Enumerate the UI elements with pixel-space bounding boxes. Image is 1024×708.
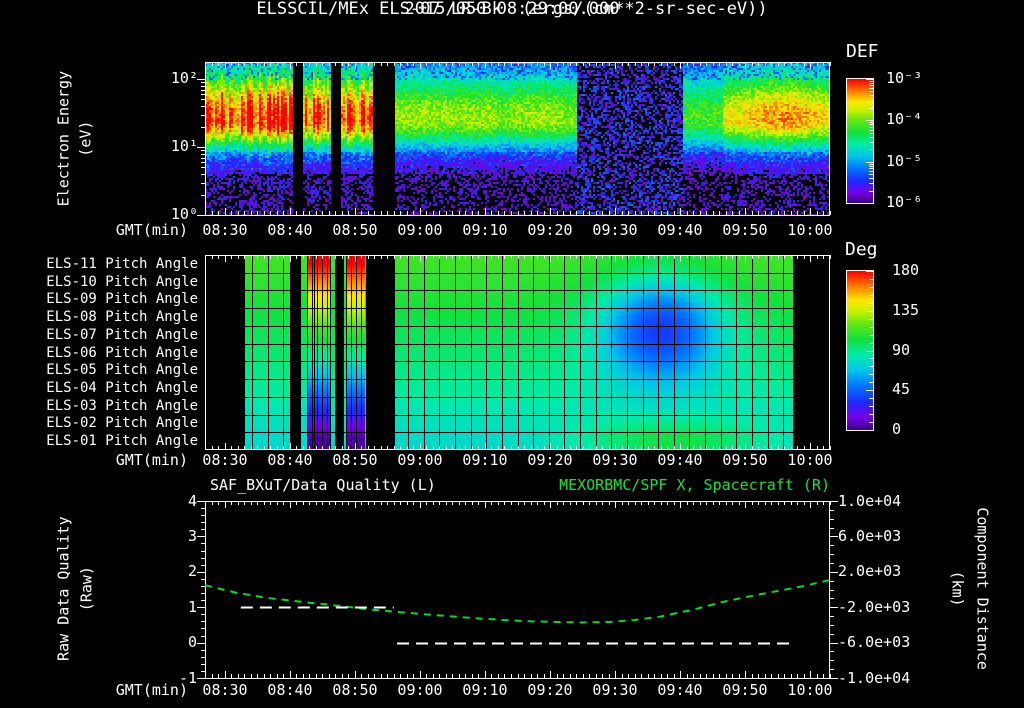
def-colorbar-tick-label: 10⁻⁵ <box>886 151 923 170</box>
time-tick-label: 09:50 <box>722 221 768 239</box>
pitch-row-label: ELS-11 Pitch Angle <box>46 256 198 272</box>
quality-tick-label: 1 <box>187 598 197 616</box>
time-tick-label: 08:30 <box>202 681 248 699</box>
pitch-row-label: ELS-06 Pitch Angle <box>46 345 198 361</box>
def-colorbar-canvas <box>846 78 880 205</box>
pitch-row-label: ELS-08 Pitch Angle <box>46 309 198 325</box>
time-tick-label: 08:40 <box>267 451 313 469</box>
def-colorbar-tick-label: 10⁻⁶ <box>886 192 923 211</box>
time-tick-label: 09:40 <box>657 681 703 699</box>
pitch-angle-canvas <box>188 252 840 454</box>
time-tick-label: 08:50 <box>332 681 378 699</box>
pitch-row-label: ELS-04 Pitch Angle <box>46 380 198 396</box>
bottom-title-left: SAF_BXuT/Data Quality (L) <box>210 476 436 494</box>
time-tick-label: 09:20 <box>527 451 573 469</box>
quality-tick-label: 3 <box>187 527 197 545</box>
spectrogram-ylabel: Electron Energy <box>54 70 73 207</box>
deg-colorbar-tick-label: 0 <box>892 420 902 439</box>
quality-tick-label: 4 <box>187 492 197 510</box>
distance-tick-label: 6.0e+03 <box>838 527 902 545</box>
deg-colorbar-tick-label: 180 <box>892 261 920 279</box>
distance-tick-label: -6.0e+03 <box>838 633 911 651</box>
pitch-row-label: ELS-03 Pitch Angle <box>46 398 198 414</box>
deg-colorbar-tick-label: 135 <box>892 300 920 319</box>
quality-tick-label: 2 <box>187 562 197 580</box>
pitch-row-label: ELS-05 Pitch Angle <box>46 362 198 378</box>
quality-ylabel: Raw Data Quality <box>54 516 73 661</box>
spectrogram-ylabel-units: (eV) <box>76 120 95 157</box>
time-tick-label: 09:50 <box>722 681 768 699</box>
time-tick-label: 08:50 <box>332 221 378 239</box>
time-tick-label: 09:20 <box>527 221 573 239</box>
time-tick-label: 08:40 <box>267 681 313 699</box>
science-plot-screen: 2015/050 08:29:00.000 ELSSCIL/MEx ELS-07… <box>0 0 1024 708</box>
time-tick-label: 09:30 <box>592 681 638 699</box>
energy-tick-label: 10¹ <box>170 137 198 155</box>
pitch-row-label: ELS-09 Pitch Angle <box>46 291 198 307</box>
time-tick-label: 09:30 <box>592 451 638 469</box>
time-tick-label: 09:00 <box>397 221 443 239</box>
time-tick-label: 09:00 <box>397 451 443 469</box>
distance-tick-label: 2.0e+03 <box>838 562 902 580</box>
gmt-axis-label-middle: GMT(min) <box>115 451 188 469</box>
def-colorbar-title: DEF <box>846 41 879 62</box>
quality-distance-canvas <box>188 498 840 682</box>
time-tick-label: 08:50 <box>332 451 378 469</box>
time-tick-label: 09:40 <box>657 221 703 239</box>
pitch-row-label: ELS-01 Pitch Angle <box>46 433 198 449</box>
time-tick-label: 10:00 <box>787 451 833 469</box>
time-tick-label: 08:30 <box>202 451 248 469</box>
distance-ylabel: Component Distance <box>973 507 992 670</box>
time-tick-label: 08:40 <box>267 221 313 239</box>
distance-tick-label: 1.0e+04 <box>838 492 902 510</box>
plot-title: ELSSCIL/MEx ELS-07 LR-Bk (ergs/(cm**2-sr-… <box>0 0 1024 20</box>
gmt-axis-label-top: GMT(min) <box>115 221 188 239</box>
def-colorbar-tick-label: 10⁻³ <box>886 69 923 87</box>
deg-colorbar-tick-label: 90 <box>892 340 911 359</box>
time-tick-label: 10:00 <box>787 221 833 239</box>
def-colorbar-tick-label: 10⁻⁴ <box>886 110 923 129</box>
time-tick-label: 09:40 <box>657 451 703 469</box>
distance-tick-label: -2.0e+03 <box>838 598 911 616</box>
time-tick-label: 09:10 <box>462 681 508 699</box>
plot-title-units: (ergs/(cm**2-sr-sec-eV)) <box>522 0 768 19</box>
distance-tick-label: -1.0e+04 <box>838 669 911 687</box>
quality-tick-label: 0 <box>187 633 197 651</box>
time-tick-label: 09:30 <box>592 221 638 239</box>
plot-title-source: ELSSCIL/MEx ELS-07 LR-Bk <box>256 0 502 19</box>
energy-tick-label: 10⁰ <box>170 205 198 223</box>
pitch-row-label: ELS-07 Pitch Angle <box>46 327 198 343</box>
bottom-title-right: MEXORBMC/SPF X, Spacecraft (R) <box>559 476 830 494</box>
time-tick-label: 08:30 <box>202 221 248 239</box>
quality-ylabel-units: (Raw) <box>77 566 96 612</box>
deg-colorbar-tick-label: 45 <box>892 380 911 399</box>
time-tick-label: 10:00 <box>787 681 833 699</box>
time-tick-label: 09:50 <box>722 451 768 469</box>
electron-spectrogram-canvas <box>188 60 840 218</box>
deg-colorbar-canvas <box>846 270 880 432</box>
time-tick-label: 09:00 <box>397 681 443 699</box>
time-tick-label: 09:10 <box>462 221 508 239</box>
distance-ylabel-units: (km) <box>948 570 967 607</box>
deg-colorbar-title: Deg <box>845 239 878 260</box>
quality-tick-label: -1 <box>178 669 197 687</box>
pitch-row-label: ELS-10 Pitch Angle <box>46 274 198 290</box>
time-tick-label: 09:20 <box>527 681 573 699</box>
energy-tick-label: 10² <box>170 69 198 87</box>
time-tick-label: 09:10 <box>462 451 508 469</box>
pitch-row-label: ELS-02 Pitch Angle <box>46 415 198 431</box>
